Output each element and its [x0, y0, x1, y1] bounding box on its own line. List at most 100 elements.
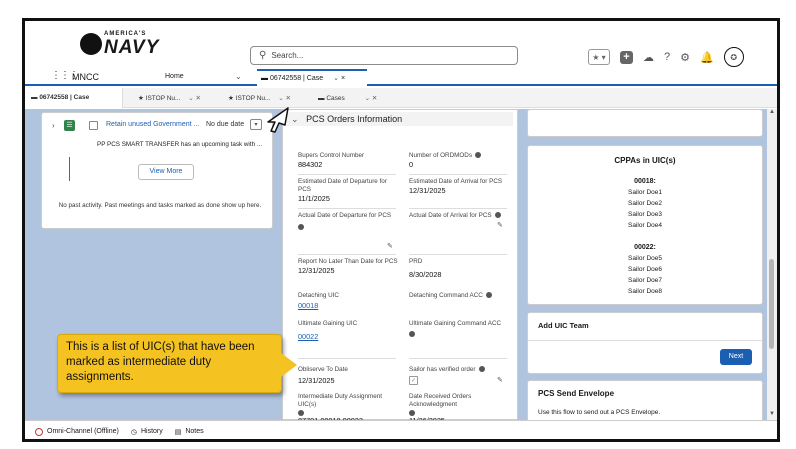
sailor-name: Sailor Doe1: [628, 189, 662, 196]
pcs-orders-section-header[interactable]: ⌄ PCS Orders Information: [287, 112, 513, 126]
search-placeholder: Search...: [271, 51, 304, 60]
chevron-down-icon: ⌄: [291, 114, 299, 124]
view-more-button[interactable]: View More: [138, 164, 194, 180]
global-actions-button[interactable]: +: [620, 50, 633, 64]
app-name: MNCC: [72, 72, 99, 82]
section-title: PCS Orders Information: [306, 114, 403, 124]
add-uic-team-title: Add UIC Team: [538, 321, 589, 330]
top-card: [527, 109, 763, 137]
callout-text: This is a list of UIC(s) that have been …: [66, 341, 255, 383]
field-actual-departure: Actual Date of Departure for PCS: [298, 212, 398, 230]
star-icon: ★: [138, 95, 144, 102]
field-ultimate-gaining-uic: Ultimate Gaining UIC 00022: [298, 320, 398, 341]
task-menu-button[interactable]: ▾: [250, 119, 262, 130]
subtab-istop-1[interactable]: ★ ISTOP Nu... ⌄ ✕: [132, 88, 222, 108]
ultimate-gaining-uic-link[interactable]: 00022: [298, 333, 398, 341]
field-number-of-ordmods: Number of ORDMODs 0: [409, 152, 509, 169]
field-value: 0: [409, 160, 414, 169]
mouse-pointer-icon: [267, 107, 289, 133]
envelope-title: PCS Send Envelope: [538, 389, 615, 398]
info-icon[interactable]: [474, 152, 481, 159]
detaching-uic-link[interactable]: 00018: [298, 302, 398, 310]
scrollbar[interactable]: ▲ ▼: [767, 109, 777, 420]
field-divider: [409, 358, 507, 359]
field-detaching-uic: Detaching UIC 00018: [298, 292, 398, 310]
notes-label: Notes: [185, 428, 204, 435]
chevron-close-controls-icon[interactable]: ⌄ ✕: [365, 95, 378, 102]
case-icon: ▬: [318, 95, 325, 102]
app-nav-bar: ⋮⋮⋮ MNCC Home ⌄ ▬ 06742558 | Case ⌄ ×: [25, 68, 777, 86]
scroll-thumb[interactable]: [769, 259, 774, 349]
pcs-orders-panel: ⌄ PCS Orders Information Bupers Control …: [282, 109, 518, 425]
subtab-cases[interactable]: ▬ Cases ⌄ ✕: [312, 88, 392, 108]
pencil-icon[interactable]: ✎: [387, 242, 393, 250]
scroll-up-icon[interactable]: ▲: [769, 109, 775, 115]
field-value: 8/30/2028: [409, 270, 442, 279]
subtab-label: 06742558 | Case: [39, 94, 90, 101]
scroll-down-icon[interactable]: ▼: [769, 411, 775, 417]
notes-button[interactable]: ▤ Notes: [175, 428, 204, 436]
chevron-close-controls-icon[interactable]: ⌄ ✕: [188, 95, 201, 102]
divider: [528, 340, 762, 341]
logo-wordmark: NAVY: [104, 37, 160, 58]
field-sailor-verified-order: Sailor has verified order ✓: [409, 366, 509, 385]
history-button[interactable]: ◷ History: [131, 428, 163, 436]
field-label: Report No Later Than Date for PCS: [298, 258, 398, 265]
subtab-case[interactable]: ▬ 06742558 | Case: [25, 88, 123, 108]
task-row[interactable]: › ☰ Retain unused Government ... No due …: [50, 119, 270, 134]
chevron-right-icon[interactable]: ›: [52, 121, 55, 130]
field-divider: [298, 358, 396, 359]
field-label: Detaching UIC: [298, 292, 339, 299]
eagle-emblem: [80, 33, 102, 55]
navy-logo: AMERICA'S NAVY: [80, 31, 162, 61]
info-icon[interactable]: [478, 366, 485, 373]
favorites-button[interactable]: ★ ▾: [588, 49, 610, 65]
omni-channel-button[interactable]: Omni-Channel (Offline): [35, 427, 119, 436]
activity-card: › ☰ Retain unused Government ... No due …: [41, 112, 273, 229]
field-label: Actual Date of Arrival for PCS: [409, 212, 492, 219]
field-value: 12/31/2025: [409, 186, 446, 195]
trailhead-icon[interactable]: ☁: [643, 51, 654, 64]
avatar[interactable]: ✪: [723, 47, 744, 67]
subtab-label: Cases: [326, 95, 345, 102]
pencil-icon[interactable]: ✎: [497, 376, 503, 384]
field-prd: PRD 8/30/2028: [409, 258, 509, 279]
subtab-label: ISTOP Nu...: [145, 95, 181, 102]
info-icon[interactable]: [485, 292, 492, 299]
field-value: 12/31/2025: [298, 266, 335, 275]
tab-case[interactable]: ▬ 06742558 | Case ⌄ ×: [257, 69, 367, 86]
global-header: AMERICA'S NAVY ⚲ Search... ★ ▾ + ☁ ? ⚙ 🔔…: [25, 21, 777, 67]
star-icon: ★: [228, 95, 234, 102]
task-title-link[interactable]: Retain unused Government ...: [106, 121, 199, 128]
close-icon[interactable]: ×: [341, 75, 345, 82]
chevron-down-icon[interactable]: ⌄: [333, 75, 339, 82]
field-label: Obliserve To Date: [298, 366, 348, 373]
info-icon[interactable]: [298, 224, 304, 230]
chevron-down-icon[interactable]: ⌄: [235, 72, 242, 81]
field-label: Actual Date of Departure for PCS: [298, 212, 392, 219]
bell-icon[interactable]: 🔔: [700, 51, 714, 64]
clock-icon: ◷: [130, 428, 137, 436]
tab-case-label: 06742558 | Case: [269, 75, 324, 82]
callout-pointer: [281, 353, 297, 377]
chevron-close-controls-icon[interactable]: ⌄ ✕: [278, 95, 291, 102]
help-icon[interactable]: ?: [664, 51, 670, 63]
envelope-description: Use this flow to send out a PCS Envelope…: [538, 409, 661, 416]
subtab-label: ISTOP Nu...: [235, 95, 271, 102]
pencil-icon[interactable]: ✎: [497, 221, 503, 229]
uic-group-header: 00018:: [634, 178, 656, 185]
search-input[interactable]: ⚲ Search...: [250, 46, 518, 65]
field-label: Ultimate Gaining UIC: [298, 320, 358, 327]
info-icon[interactable]: [494, 212, 501, 219]
gear-icon[interactable]: ⚙: [680, 51, 690, 64]
offline-status-icon: [35, 427, 43, 436]
field-divider: [298, 208, 396, 209]
tutorial-callout: This is a list of UIC(s) that have been …: [57, 334, 297, 393]
task-checkbox[interactable]: [89, 121, 98, 130]
nav-item-home[interactable]: Home: [165, 73, 184, 80]
field-label: Bupers Control Number: [298, 152, 365, 159]
next-button[interactable]: Next: [720, 349, 752, 365]
info-icon[interactable]: [409, 331, 415, 337]
no-past-activity-text: No past activity. Past meetings and task…: [58, 202, 262, 209]
sailor-name: Sailor Doe7: [628, 277, 662, 284]
